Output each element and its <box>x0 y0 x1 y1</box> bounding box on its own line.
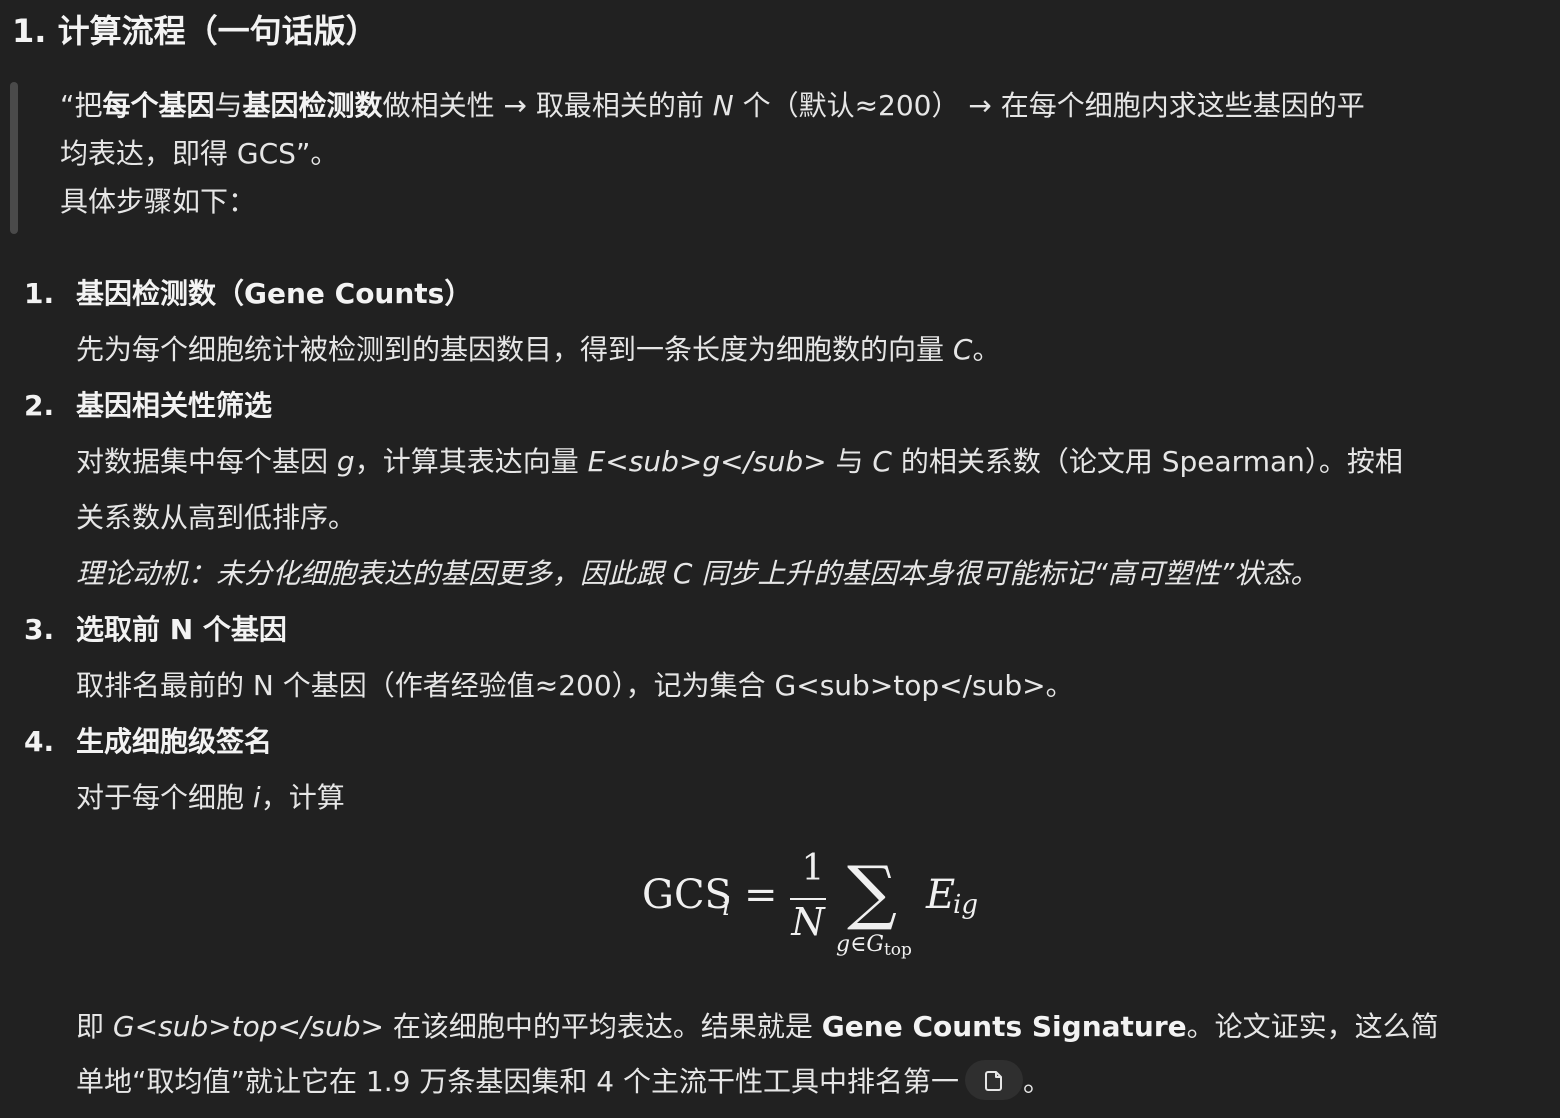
quote-text-part: 个（默认≈200） → 在每个细胞内求这些基因的平 <box>733 89 1365 122</box>
step-title: 生成细胞级签名 <box>76 725 273 758</box>
quote-bold-each-gene: 每个基因 <box>102 89 215 122</box>
step-body: 取排名最前的 N 个基因（作者经验值≈200），记为集合 G<sub>top</… <box>76 669 1074 702</box>
step-text: ，计算 <box>260 781 345 814</box>
quote-italic-n: N <box>712 89 734 122</box>
quote-line-1: “把每个基因与基因检测数做相关性 → 取最相关的前 N 个（默认≈200） → … <box>60 82 1540 130</box>
step-title: 选取前 N 个基因 <box>76 613 287 646</box>
formula-term: E <box>926 872 956 918</box>
quote-line-3: 具体步骤如下： <box>60 185 257 218</box>
step-body: 对于每个细胞 i，计算 <box>76 779 345 817</box>
step-italic: g <box>336 445 355 478</box>
copy-icon <box>984 1071 1002 1091</box>
step-body: 先为每个细胞统计被检测到的基因数目，得到一条长度为细胞数的向量 C。 <box>76 331 1000 369</box>
quote-bold-gene-counts: 基因检测数 <box>242 89 383 122</box>
formula-denominator: N <box>791 900 825 944</box>
step-title: 基因检测数（Gene Counts） <box>76 277 473 310</box>
step-body-line-1: 对数据集中每个基因 g，计算其表达向量 E<sub>g</sub> 与 C 的相… <box>76 443 1403 481</box>
step-text: 对于每个细胞 <box>76 781 253 814</box>
quote-line-2: 均表达，即得 GCS”。 <box>60 137 339 170</box>
closing-text: 即 <box>76 1010 113 1043</box>
closing-text: 。论文证实，这么简 <box>1186 1010 1439 1043</box>
step-italic: C <box>872 445 892 478</box>
step-text: ，计算其表达向量 <box>354 445 588 478</box>
blockquote-text: “把每个基因与基因检测数做相关性 → 取最相关的前 N 个（默认≈200） → … <box>60 82 1540 226</box>
step-italic: C <box>952 333 973 366</box>
step-motivation-italic: 理论动机：未分化细胞表达的基因更多，因此跟 C 同步上升的基因本身很可能标记“高… <box>76 557 1319 590</box>
quote-text-part: “把 <box>60 89 103 122</box>
step-italic: E<sub>g</sub> <box>587 445 827 478</box>
step-text: 。 <box>972 333 1001 366</box>
step-text: 对数据集中每个基因 <box>76 445 337 478</box>
closing-text: 。 <box>1022 1065 1051 1098</box>
copy-citation-button[interactable] <box>964 1060 1023 1100</box>
step-number: 4. <box>24 725 55 758</box>
step-text: 与 <box>826 445 873 478</box>
formula-sum-subscript: g∈Gtop <box>836 932 912 960</box>
blockquote-bar <box>10 82 18 234</box>
step-number: 2. <box>24 389 55 422</box>
closing-text: 在该细胞中的平均表达。结果就是 <box>383 1010 822 1043</box>
closing-line-2: 单地“取均值”就让它在 1.9 万条基因集和 4 个主流干性工具中排名第一 。 <box>76 1060 1051 1102</box>
blockquote: “把每个基因与基因检测数做相关性 → 取最相关的前 N 个（默认≈200） → … <box>10 82 1550 234</box>
formula-equals: = <box>744 872 778 918</box>
section-heading: 1. 计算流程（一句话版） <box>12 12 378 50</box>
closing-italic: G<sub>top</sub> <box>112 1010 384 1043</box>
quote-text-part: 做相关性 → 取最相关的前 <box>382 89 713 122</box>
formula-lhs-sub: i <box>722 892 731 922</box>
step-number: 3. <box>24 613 55 646</box>
closing-text: 单地“取均值”就让它在 1.9 万条基因集和 4 个主流干性工具中排名第一 <box>76 1065 959 1098</box>
formula-numerator: 1 <box>801 848 825 889</box>
gcs-formula: GCS i = 1 N ∑ g∈Gtop E ig <box>640 848 1000 965</box>
step-body-line-2: 关系数从高到低排序。 <box>76 501 357 534</box>
formula-term-sub: ig <box>953 890 978 920</box>
step-number: 1. <box>24 277 55 310</box>
formula-lhs: GCS <box>642 872 732 918</box>
step-text: 的相关系数（论文用 Spearman）。按相 <box>891 445 1403 478</box>
closing-bold: Gene Counts Signature <box>821 1010 1187 1043</box>
step-title: 基因相关性筛选 <box>76 389 273 422</box>
sum-sub-set: g∈G <box>836 932 884 957</box>
formula-sum-symbol: ∑ <box>847 851 897 933</box>
sum-sub-top: top <box>883 940 912 960</box>
step-text: 先为每个细胞统计被检测到的基因数目，得到一条长度为细胞数的向量 <box>76 333 953 366</box>
step-italic: i <box>252 781 261 814</box>
closing-line-1: 即 G<sub>top</sub> 在该细胞中的平均表达。结果就是 Gene C… <box>76 1008 1439 1046</box>
quote-text-part: 与 <box>214 89 243 122</box>
